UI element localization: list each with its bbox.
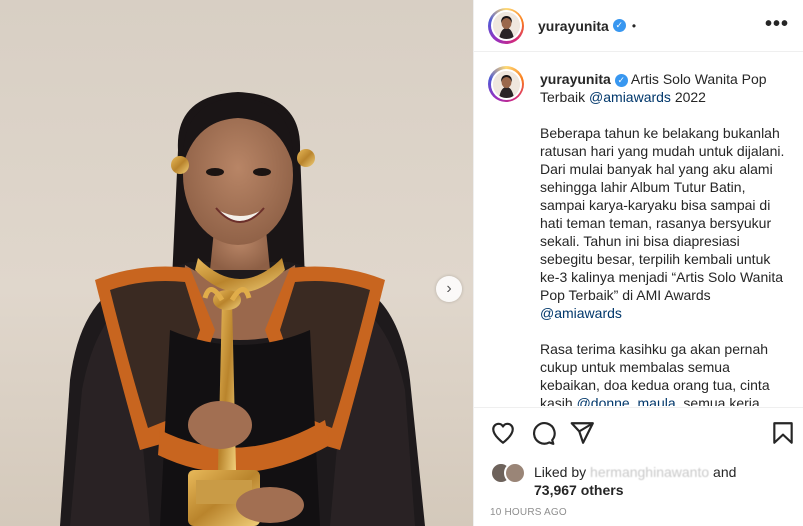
caption-title-year: 2022 xyxy=(670,89,706,105)
likes-count[interactable]: 73,967 others xyxy=(534,482,624,498)
likes-summary: Liked by hermanghinawanto and 73,967 oth… xyxy=(490,460,790,500)
post-media[interactable]: › xyxy=(0,0,473,526)
verified-badge-icon: ✓ xyxy=(612,19,626,32)
next-media-button[interactable]: › xyxy=(436,276,462,302)
caption-paragraph-2-rest: , semua kerja xyxy=(675,395,760,406)
mention-link[interactable]: @amiawards xyxy=(589,89,671,105)
header-separator: • xyxy=(631,18,637,33)
verified-badge-icon: ✓ xyxy=(614,73,628,87)
post-caption: yurayunita ✓ Artis Solo Wanita Pop Terbai… xyxy=(540,70,786,406)
post-photo xyxy=(60,92,425,526)
heart-icon[interactable] xyxy=(490,420,516,446)
liker-avatars[interactable] xyxy=(490,462,530,484)
share-icon[interactable] xyxy=(569,420,595,446)
liked-by-suffix: and xyxy=(709,464,737,480)
liked-by-line: Liked by hermanghinawanto and xyxy=(534,464,736,480)
caption-scroll-area[interactable]: yurayunita ✓ Artis Solo Wanita Pop Terbai… xyxy=(474,52,803,406)
caption-author-avatar[interactable] xyxy=(488,66,524,102)
post-timestamp[interactable]: 10 HOURS AGO xyxy=(490,507,567,518)
caption-username[interactable]: yurayunita xyxy=(540,71,611,87)
avatar-photo xyxy=(492,70,520,98)
post-header: yurayunita ✓ • ••• xyxy=(474,0,803,52)
liker-avatar[interactable] xyxy=(504,462,526,484)
liked-by-prefix: Liked by xyxy=(534,464,591,480)
post-side-panel: yurayunita ✓ • ••• yurayunita ✓ Artis Sol… xyxy=(473,0,803,526)
author-username[interactable]: yurayunita xyxy=(538,18,609,34)
chevron-right-icon: › xyxy=(446,280,452,297)
author-avatar[interactable] xyxy=(488,7,524,44)
more-options-button[interactable]: ••• xyxy=(765,14,789,34)
post-actions-bar xyxy=(474,407,803,460)
mention-link[interactable]: @amiawards xyxy=(540,305,622,321)
liker-username[interactable]: hermanghinawanto xyxy=(590,464,709,480)
mention-link[interactable]: @donne_maula xyxy=(577,395,676,406)
bookmark-icon[interactable] xyxy=(770,420,796,446)
avatar-photo xyxy=(492,12,520,39)
caption-paragraph-1: Beberapa tahun ke belakang bukanlah ratu… xyxy=(540,125,789,303)
comment-icon[interactable] xyxy=(530,420,556,446)
